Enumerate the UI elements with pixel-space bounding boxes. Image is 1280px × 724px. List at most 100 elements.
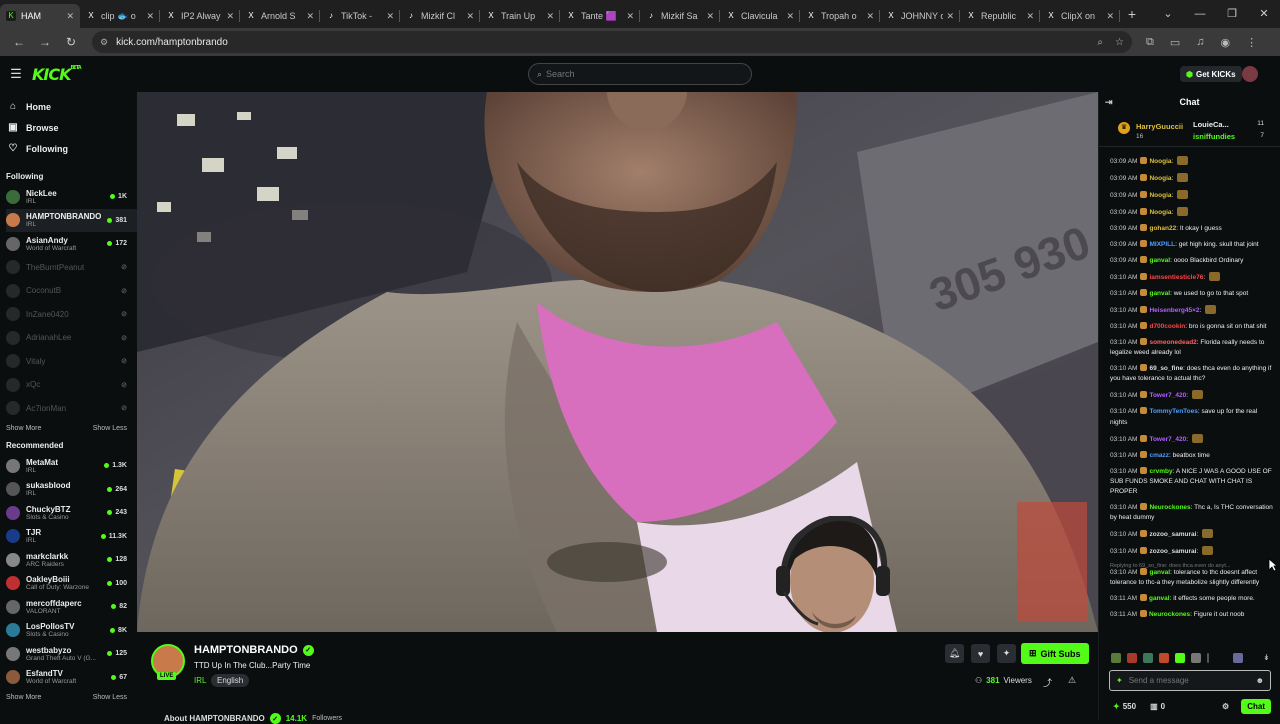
chat-message[interactable]: 03:10 AM Heisenberg45×2: (1110, 305, 1273, 316)
bookmark-star-icon[interactable]: ☆ (1115, 37, 1124, 48)
chat-message[interactable]: 03:09 AM ganval: oooo Blackbird Ordinary (1110, 256, 1273, 266)
chat-messages[interactable]: 03:09 AM Noogia: 03:09 AM Noogia: 03:09 AM… (1099, 156, 1280, 652)
message-username[interactable]: Neurockones (1149, 611, 1190, 618)
chat-message-field[interactable] (1128, 676, 1239, 685)
channel-item[interactable]: sukasblood IRL 264 (6, 478, 137, 502)
chat-message[interactable]: 03:09 AM Noogia: (1110, 190, 1273, 201)
emote-icon[interactable] (1175, 653, 1185, 663)
chat-message[interactable]: 03:09 AM Noogia: (1110, 156, 1273, 167)
get-kicks-button[interactable]: ⬢ Get KICKs (1180, 66, 1242, 82)
message-username[interactable]: cmazz (1149, 452, 1169, 459)
streamer-name[interactable]: HAMPTONBRANDO ✓ (194, 644, 314, 656)
channel-item[interactable]: TheBurntPeanut ⊘ (6, 256, 137, 280)
message-username[interactable]: Noogia (1149, 175, 1171, 182)
message-username[interactable]: gohan22 (1149, 225, 1176, 232)
message-username[interactable]: Tower7_420 (1149, 436, 1186, 443)
channel-item[interactable]: AdrianahLee ⊘ (6, 326, 137, 350)
chat-message[interactable]: 03:10 AM ganval: tolerance to thc doesnt … (1110, 568, 1273, 588)
chat-message[interactable]: 03:10 AM Neurockones: Thc a, Is THC conve… (1110, 503, 1273, 523)
video-player[interactable]: 305 930 8 (137, 92, 1098, 632)
close-icon[interactable]: ✕ (466, 11, 474, 22)
browser-tab[interactable]: X Train Up ✕ (480, 4, 560, 28)
browser-tab[interactable]: X Arnold S ✕ (240, 4, 320, 28)
close-icon[interactable]: ✕ (706, 11, 714, 22)
message-username[interactable]: iamsentiesticle76 (1149, 274, 1203, 281)
hamburger-menu-icon[interactable]: ☰ (0, 66, 32, 82)
browser-tab[interactable]: X Tropah o ✕ (800, 4, 880, 28)
chat-message[interactable]: 03:10 AM ganval: we used to go to that sp… (1110, 289, 1273, 299)
chat-message[interactable]: 03:10 AM crvmby: A NICE J WAS A GOOD USE … (1110, 466, 1273, 498)
chat-message[interactable]: 03:10 AM TommyTenToes: save up for the re… (1110, 407, 1273, 427)
browser-tab[interactable]: ♪ Mizkif Cl ✕ (400, 4, 480, 28)
channel-item[interactable]: westbabyzo Grand Theft Auto V (G... 125 (6, 642, 137, 666)
close-icon[interactable]: ✕ (1106, 11, 1114, 22)
emote-icon[interactable] (1233, 653, 1243, 663)
channel-item[interactable]: xQc ⊘ (6, 373, 137, 397)
chat-message[interactable]: 03:09 AM MIXPILL: get high king. skull th… (1110, 240, 1273, 250)
close-icon[interactable]: ✕ (626, 11, 634, 22)
chat-message[interactable]: 03:10 AM d700cookin: bro is gonna sit on … (1110, 322, 1273, 332)
close-icon[interactable]: ✕ (1026, 11, 1034, 22)
scroll-down-icon[interactable]: ↡ (1263, 653, 1270, 663)
channel-item[interactable]: InZane0420 ⊘ (6, 303, 137, 327)
message-username[interactable]: TommyTenToes (1149, 408, 1197, 415)
show-more-link[interactable]: Show More (6, 425, 41, 432)
channel-item[interactable]: Vitaly ⊘ (6, 350, 137, 374)
close-icon[interactable]: ✕ (66, 11, 74, 22)
message-username[interactable]: Heisenberg45×2 (1149, 307, 1199, 314)
share-icon[interactable]: ⤴ (1043, 676, 1052, 689)
message-username[interactable]: MIXPILL (1149, 241, 1175, 248)
chat-message[interactable]: 03:10 AM Tower7_420: (1110, 433, 1273, 445)
channel-item[interactable]: MetaMat IRL 1.3K (6, 454, 137, 478)
notification-bell-icon[interactable]: 🔔︎ (945, 644, 964, 663)
chat-message[interactable]: 03:10 AM 69_so_fine: does thca even do an… (1110, 364, 1273, 384)
menu-dots-icon[interactable]: ⋮ (1246, 36, 1257, 49)
message-username[interactable]: zozoo_samurai (1149, 531, 1196, 538)
channel-item[interactable]: markclarkk ARC Raiders 128 (6, 548, 137, 572)
close-icon[interactable]: ✕ (866, 11, 874, 22)
chevron-down-icon[interactable]: ⌄ (1152, 0, 1184, 28)
close-icon[interactable]: ✕ (786, 11, 794, 22)
channel-item[interactable]: Ac7ionMan ⊘ (6, 397, 137, 421)
kicks-count[interactable]: 0 (1161, 702, 1165, 711)
emote-icon[interactable] (1127, 653, 1137, 663)
search-bar[interactable]: ⌕ (528, 63, 752, 85)
message-username[interactable]: d700cookin (1149, 323, 1185, 330)
close-window-icon[interactable]: ✕ (1248, 0, 1280, 28)
channel-item[interactable]: ChuckyBTZ Slots & Casino 243 (6, 501, 137, 525)
chat-message[interactable]: 03:09 AM Noogia: (1110, 173, 1273, 184)
message-username[interactable]: ganval (1149, 257, 1170, 264)
kick-logo[interactable]: KICKBETA (32, 65, 82, 84)
chat-input[interactable]: ✦ ☻ (1109, 670, 1271, 691)
emote-icon[interactable] (1111, 653, 1121, 663)
close-icon[interactable]: ✕ (226, 11, 234, 22)
send-chat-button[interactable]: Chat (1241, 699, 1271, 714)
new-tab-icon[interactable]: + (1120, 6, 1144, 22)
extensions-icon[interactable]: ⧉ (1146, 36, 1154, 49)
emoji-icon[interactable]: ☻ (1256, 676, 1264, 685)
user-avatar[interactable] (1242, 66, 1258, 82)
chat-message[interactable]: 03:11 AM ganval: it effects some people m… (1110, 594, 1273, 604)
chat-message[interactable]: 03:10 AM someonedead2: Florida really nee… (1110, 338, 1273, 358)
close-icon[interactable]: ✕ (306, 11, 314, 22)
close-icon[interactable]: ✕ (386, 11, 394, 22)
maximize-icon[interactable]: ❐ (1216, 0, 1248, 28)
emote-icon[interactable] (1143, 653, 1153, 663)
cast-icon[interactable]: ▭ (1170, 36, 1180, 49)
nav-home[interactable]: ⌂ Home (6, 96, 137, 117)
media-icon[interactable]: ♫ (1196, 36, 1204, 49)
channel-item[interactable]: mercoffdaperc VALORANT 82 (6, 595, 137, 619)
emote-icon[interactable] (1159, 653, 1169, 663)
chat-message[interactable]: 03:10 AM iamsentiesticle76: (1110, 272, 1273, 283)
forward-icon[interactable]: → (32, 35, 58, 49)
profile-icon[interactable]: ◉ (1221, 36, 1231, 49)
message-username[interactable]: Neurockones (1149, 504, 1190, 511)
message-username[interactable]: Noogia (1149, 209, 1171, 216)
url-field[interactable]: ⚙ kick.com/hamptonbrando ⌕ ☆ (92, 31, 1132, 53)
close-icon[interactable]: ✕ (946, 11, 954, 22)
message-username[interactable]: ganval (1149, 290, 1170, 297)
stream-language-tag[interactable]: English (211, 674, 250, 687)
browser-tab[interactable]: X Republic ✕ (960, 4, 1040, 28)
channel-item[interactable]: HAMPTONBRANDO IRL 381 (6, 208, 137, 232)
message-username[interactable]: ganval (1149, 569, 1170, 576)
